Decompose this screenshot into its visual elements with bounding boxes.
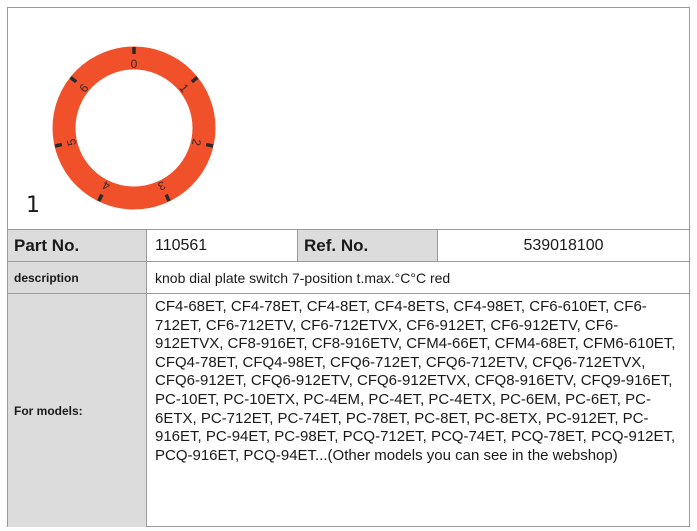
ref-number-label: Ref. No. bbox=[298, 230, 438, 261]
figure-number: 1 bbox=[26, 193, 40, 218]
dial-tick bbox=[205, 142, 214, 148]
dial-tick bbox=[54, 142, 63, 148]
part-ref-row: Part No. 110561 Ref. No. 539018100 bbox=[8, 230, 689, 262]
image-cell: 0123456 1 bbox=[8, 8, 689, 230]
description-value: knob dial plate switch 7-position t.max.… bbox=[155, 269, 451, 286]
dial-plate-image: 0123456 bbox=[52, 46, 216, 210]
models-list: CF4-68ET, CF4-78ET, CF4-8ET, CF4-8ETS, C… bbox=[155, 298, 676, 464]
dial-digit: 0 bbox=[131, 57, 138, 71]
product-sheet: 0123456 1 Part No. 110561 Ref. No. 53901… bbox=[7, 7, 690, 527]
part-number-label: Part No. bbox=[8, 230, 147, 261]
models-row: For models: CF4-68ET, CF4-78ET, CF4-8ET,… bbox=[8, 294, 689, 527]
part-number-value: 110561 bbox=[147, 230, 298, 261]
ref-number-value: 539018100 bbox=[523, 236, 604, 254]
description-label: description bbox=[8, 262, 147, 293]
models-label: For models: bbox=[8, 294, 147, 527]
dial-ring bbox=[52, 46, 216, 210]
description-row: description knob dial plate switch 7-pos… bbox=[8, 262, 689, 294]
